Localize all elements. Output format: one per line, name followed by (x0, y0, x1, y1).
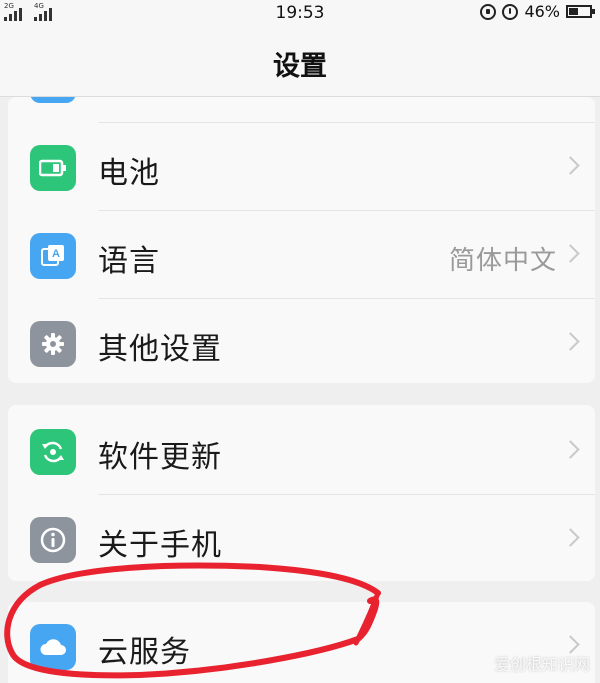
settings-row-language[interactable]: A 语言 简体中文 (8, 211, 595, 299)
settings-row-battery[interactable]: 电池 (8, 123, 595, 211)
cloud-service-label: 云服务 (98, 635, 191, 670)
battery-status-icon (566, 5, 595, 18)
alarm-icon (502, 3, 519, 20)
update-icon (30, 429, 76, 475)
partial-app-icon (30, 97, 76, 103)
language-icon: A (30, 233, 76, 279)
watermark: 爱创根知识网 (493, 655, 590, 674)
info-icon (30, 517, 76, 563)
battery-label: 电池 (98, 156, 160, 191)
chevron-right-icon (561, 440, 580, 459)
svg-text:A: A (52, 248, 60, 260)
language-value: 简体中文 (448, 246, 557, 276)
rotation-lock-icon (480, 3, 497, 20)
settings-row-other[interactable]: 其他设置 (8, 299, 595, 383)
settings-group-1: 电池 A 语言 简体中文 其他设置 (8, 97, 595, 383)
settings-row-hidden[interactable] (8, 97, 595, 123)
about-phone-label: 关于手机 (98, 528, 222, 563)
page-title: 设置 (273, 51, 327, 82)
settings-group-2: 软件更新 关于手机 (8, 405, 595, 581)
cloud-icon (30, 624, 76, 670)
settings-row-about-phone[interactable]: 关于手机 (8, 495, 595, 581)
settings-row-software-update[interactable]: 软件更新 (8, 407, 595, 495)
chevron-right-icon (561, 156, 580, 175)
chevron-right-icon (561, 528, 580, 547)
battery-icon (30, 145, 76, 191)
battery-percent: 46% (524, 2, 560, 21)
software-update-label: 软件更新 (98, 440, 222, 475)
language-label: 语言 (98, 244, 160, 279)
header: 设置 (0, 26, 600, 97)
gear-icon (30, 321, 76, 367)
chevron-right-icon (561, 332, 580, 351)
chevron-right-icon (561, 244, 580, 263)
status-bar: 2G 4G 19:53 46% (0, 0, 600, 26)
other-settings-label: 其他设置 (98, 332, 222, 367)
